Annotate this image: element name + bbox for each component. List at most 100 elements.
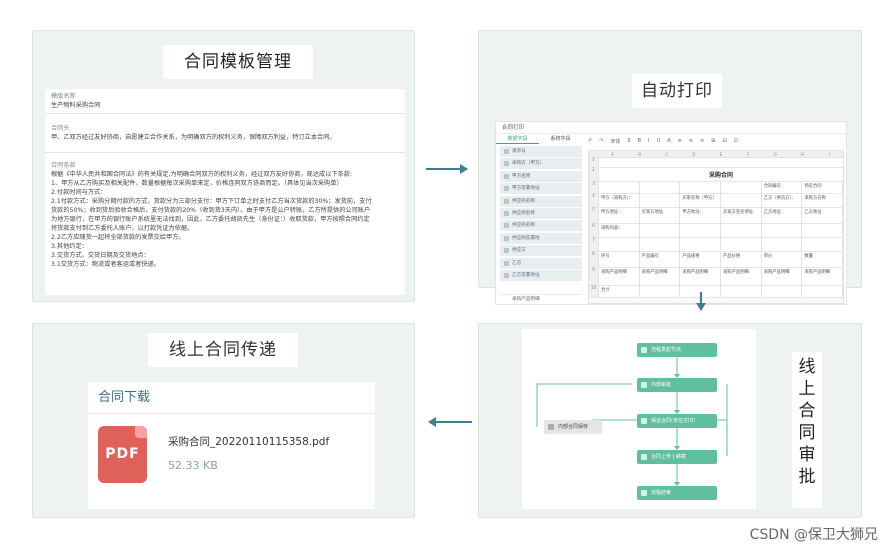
pdf-file-icon[interactable]: PDF <box>98 426 147 483</box>
table-cell[interactable] <box>680 224 722 237</box>
table-cell[interactable]: 采购方名称 <box>802 194 843 207</box>
field-item[interactable]: 采购方（甲方） <box>500 158 582 170</box>
table-cell[interactable] <box>802 238 843 251</box>
table-cell[interactable]: 买家名称（甲方） <box>680 194 722 207</box>
sheet-grid: A B C D E F G H I 1 2 采购合同 3 合同编号： 预览合同 4 甲方（采购方）： 买家名称（甲… <box>588 150 844 304</box>
table-cell[interactable]: 序号 <box>599 252 640 267</box>
arrow-approval-to-delivery <box>436 421 472 423</box>
toolbar-button[interactable]: ↶ <box>588 138 592 144</box>
field-item[interactable]: 供应方 <box>500 245 582 257</box>
row-content: 合计 <box>599 286 843 297</box>
field-item[interactable]: 供应商名称 <box>500 207 582 219</box>
print-spreadsheet: 合同打印 数据字段 系统字段 请求号 采购方（甲方） 甲方名称 甲方签署地址 供应商名称… <box>495 121 847 305</box>
arrow-down-icon <box>696 303 706 311</box>
table-cell[interactable]: 甲方地址： <box>599 208 640 223</box>
field-item[interactable]: 请求号 <box>500 146 582 157</box>
table-row: 4 甲方（采购方）： 买家名称（甲方） 乙方（供货方）： 采购方名称 <box>589 194 843 208</box>
row-number: 4 <box>589 194 599 207</box>
section-line: 生产物料采购合同 <box>51 102 101 109</box>
toolbar-button[interactable]: 9 <box>627 138 630 144</box>
table-cell[interactable]: 乙方地址 <box>802 208 843 223</box>
field-item[interactable]: 供应商签署地 <box>500 232 582 244</box>
section-line: 1、甲方从乙方购买及相关配件，数量根据每次采购单来定，价格连同双方协商而定。（具… <box>51 180 343 187</box>
table-cell[interactable]: 乙方（供货方）： <box>762 194 803 207</box>
field-item[interactable]: 乙方 <box>500 257 582 269</box>
table-cell[interactable] <box>599 182 640 193</box>
table-cell[interactable] <box>640 286 681 297</box>
table-row: 5 甲方地址： 买家方地址 甲方地址： 买家方签名地址 乙方地址： 乙方地址 <box>589 208 843 224</box>
table-cell[interactable]: 产品规格 <box>680 252 722 267</box>
row-number: 7 <box>589 238 599 251</box>
field-item[interactable]: 供应商名称 <box>500 220 582 232</box>
table-cell[interactable] <box>762 286 803 297</box>
print-panel: 自动打印 合同打印 数据字段 系统字段 请求号 采购方（甲方） 甲方名称 甲方签署地址… <box>478 30 862 305</box>
table-cell[interactable]: 采购内容： <box>599 224 640 237</box>
table-cell[interactable] <box>680 182 722 193</box>
toolbar-button[interactable]: ↷ <box>599 138 603 144</box>
table-cell[interactable]: 采购产品明细 <box>599 268 640 285</box>
table-cell[interactable] <box>599 238 640 251</box>
table-row: 8 序号 产品编号 产品规格 产品价格 单价 数量 <box>589 252 843 268</box>
field-item[interactable]: 甲方签署地址 <box>500 183 582 195</box>
table-cell[interactable] <box>802 224 843 237</box>
section-line: 2.2乙方应随货一起将全部货款的发票交给甲方。 <box>51 234 185 241</box>
download-card: 合同下载 PDF 采购合同_20220110115358.pdf 52.33 K… <box>88 382 375 509</box>
field-list-footer[interactable]: 采购产品明细 <box>500 294 582 303</box>
column-header: H <box>800 152 804 157</box>
toolbar-button[interactable]: A <box>667 138 670 144</box>
table-cell[interactable]: 采购产品明细 <box>721 268 762 285</box>
table-cell[interactable] <box>721 238 762 251</box>
table-cell[interactable]: 乙方地址： <box>762 208 803 223</box>
table-cell[interactable] <box>680 238 722 251</box>
table-cell[interactable]: 合同编号： <box>762 182 803 193</box>
table-cell[interactable]: 甲方地址： <box>680 208 722 223</box>
table-cell[interactable]: 采购产品明细 <box>802 268 843 285</box>
table-cell[interactable]: 单价 <box>762 252 803 267</box>
template-panel: 合同模板管理 模版名称 生产物料采购合同 合同头 甲、乙双方经过友好协商，自愿建… <box>32 30 415 302</box>
toolbar-button[interactable]: U <box>657 138 661 144</box>
table-cell[interactable] <box>762 238 803 251</box>
table-cell[interactable] <box>762 224 803 237</box>
toolbar-button[interactable]: ≡ <box>689 138 693 144</box>
toolbar-button[interactable]: ≡ <box>700 138 704 144</box>
toolbar-button[interactable]: ⊡ <box>734 138 738 144</box>
toolbar-button[interactable]: ⊟ <box>722 138 726 144</box>
field-item[interactable]: 甲方名称 <box>500 170 582 182</box>
toolbar-button[interactable]: ⊞ <box>711 138 715 144</box>
table-cell[interactable]: 产品价格 <box>721 252 762 267</box>
table-cell[interactable]: 数量 <box>802 252 843 267</box>
table-cell[interactable] <box>721 286 762 297</box>
row-content: 采购内容： <box>599 224 843 237</box>
table-cell[interactable] <box>802 286 843 297</box>
table-cell[interactable]: 预览合同 <box>802 182 843 193</box>
field-item[interactable]: 乙方签署地址 <box>500 269 582 281</box>
table-cell[interactable]: 采购产品明细 <box>762 268 803 285</box>
table-row: 2 采购合同 <box>589 168 843 182</box>
table-row: 10 合计 <box>589 286 843 298</box>
toolbar-button[interactable]: 宋体 <box>610 138 620 145</box>
table-cell[interactable]: 买家方地址 <box>640 208 681 223</box>
toolbar-button[interactable]: ≡ <box>678 138 682 144</box>
table-cell[interactable]: 采购产品明细 <box>680 268 722 285</box>
table-cell[interactable] <box>640 182 681 193</box>
column-header: B <box>638 152 642 157</box>
file-name-link[interactable]: 采购合同_20220110115358.pdf <box>168 434 329 449</box>
template-body: 模版名称 生产物料采购合同 合同头 甲、乙双方经过友好协商，自愿建立合作关系，为… <box>45 89 405 295</box>
table-cell[interactable]: 甲方（采购方）： <box>599 194 640 207</box>
table-cell[interactable] <box>640 224 681 237</box>
table-cell[interactable]: 合计 <box>599 286 640 297</box>
toolbar-button[interactable]: I <box>648 138 649 144</box>
section-line: 3.其他约定： <box>51 243 88 250</box>
table-cell[interactable]: 采购产品明细 <box>640 268 681 285</box>
table-cell[interactable]: 产品编号 <box>640 252 681 267</box>
field-item[interactable]: 供应商名称 <box>500 195 582 207</box>
toolbar-button[interactable]: B <box>638 138 641 144</box>
table-cell[interactable]: 买家方签名地址 <box>721 208 762 223</box>
table-cell[interactable] <box>721 182 762 193</box>
table-cell[interactable] <box>640 194 681 207</box>
table-cell[interactable] <box>721 224 762 237</box>
table-cell[interactable] <box>721 194 762 207</box>
table-cell[interactable] <box>640 238 681 251</box>
tab-data-fields[interactable]: 数据字段 <box>496 134 539 144</box>
tab-system-fields[interactable]: 系统字段 <box>539 134 582 144</box>
